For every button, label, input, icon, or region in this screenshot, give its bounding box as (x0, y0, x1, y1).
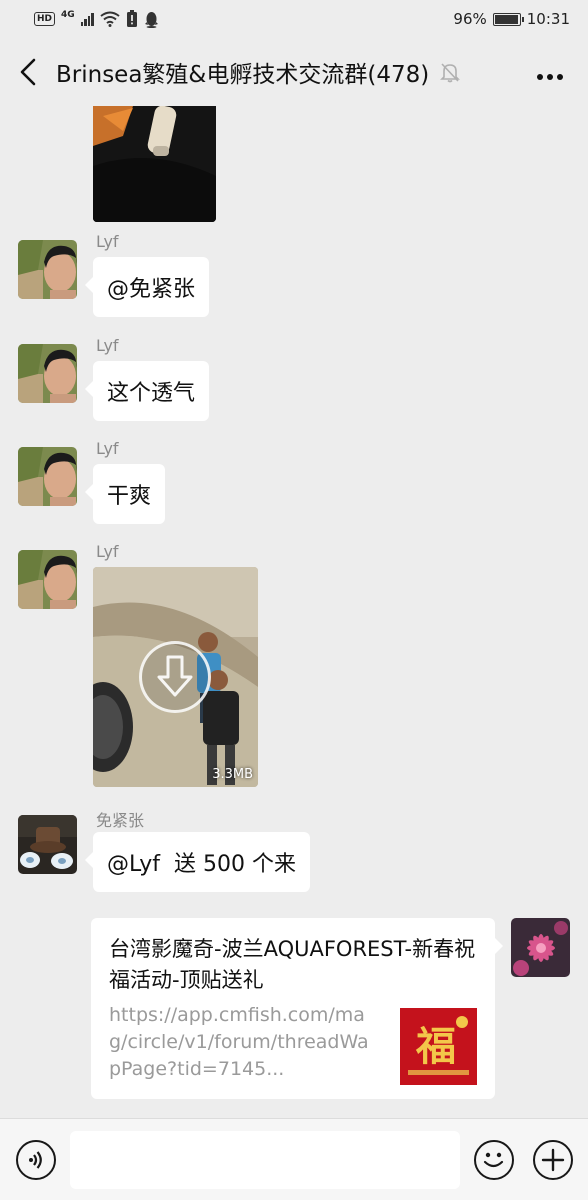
status-right: 96% 10:31 (453, 10, 570, 28)
sender-name: Lyf (96, 439, 119, 458)
voice-button[interactable] (16, 1140, 56, 1180)
link-card-message[interactable]: 台湾影魔奇-波兰AQUAFOREST-新春祝福活动-顶贴送礼 https://a… (91, 918, 503, 1099)
qq-penguin-icon (144, 11, 158, 28)
chat-header: Brinsea繁殖&电孵技术交流群(478) (0, 38, 588, 106)
wifi-icon (100, 11, 120, 27)
clock-time: 10:31 (526, 10, 570, 28)
message-bubble[interactable]: @Lyf 送 500 个来 (85, 832, 310, 892)
avatar-lyf (18, 344, 77, 403)
chat-message-list[interactable]: Lyf @免紧张 Lyf 这个透气 Lyf 干爽 Lyf 3.3MB 免紧张 @… (0, 106, 588, 1118)
battery-fill (494, 14, 518, 24)
avatar[interactable] (18, 344, 77, 403)
self-avatar[interactable] (511, 918, 570, 977)
back-chevron-icon (20, 58, 36, 86)
hd-badge: HD (34, 12, 56, 26)
battery-percent: 96% (453, 10, 487, 28)
emoji-icon (483, 1152, 504, 1168)
sender-name: Lyf (96, 232, 119, 251)
avatar[interactable] (18, 240, 77, 299)
video-size: 3.3MB (212, 767, 253, 782)
avatar[interactable] (18, 815, 77, 874)
message-bubble[interactable]: 这个透气 (84, 361, 210, 421)
link-url: https://app.cmfish.com/mag/circle/v1/for… (109, 1004, 369, 1080)
network-type: 4G (61, 10, 75, 20)
voice-icon (29, 1151, 42, 1169)
thumb-fu-char: 福 (415, 1023, 456, 1070)
avatar[interactable] (18, 447, 77, 506)
more-actions-button[interactable] (533, 1140, 573, 1180)
sender-name: Lyf (96, 542, 119, 561)
mute-bell-icon (440, 63, 461, 83)
sender-name: Lyf (96, 336, 119, 355)
more-options-button[interactable] (536, 58, 564, 86)
message-input[interactable] (70, 1131, 460, 1189)
avatar-lyf (18, 447, 77, 506)
download-icon[interactable] (139, 641, 211, 713)
emoji-button[interactable] (474, 1140, 514, 1180)
avatar[interactable] (18, 550, 77, 609)
video-message[interactable]: 3.3MB (93, 567, 258, 787)
message-text: @免紧张 (107, 277, 196, 302)
message-bubble[interactable]: @免紧张 (84, 257, 210, 317)
link-thumbnail: 福 (400, 1008, 477, 1085)
plus-icon (541, 1148, 565, 1172)
sender-name: 免紧张 (96, 811, 145, 830)
input-bar (0, 1118, 588, 1200)
message-text: @Lyf 送 500 个来 (107, 852, 296, 877)
chat-title: Brinsea繁殖&电孵技术交流群(478) (56, 62, 430, 88)
alert-icon (126, 10, 137, 27)
message-bubble[interactable]: 干爽 (84, 464, 166, 524)
back-button[interactable] (0, 38, 56, 106)
signal-icon (80, 12, 94, 26)
link-title: 台湾影魔奇-波兰AQUAFOREST-新春祝福活动-顶贴送礼 (109, 937, 476, 992)
avatar-self-flower (511, 918, 570, 977)
battery-icon (492, 12, 524, 26)
message-text: 这个透气 (107, 381, 196, 406)
avatar-lyf (18, 550, 77, 609)
video-thumbnail (93, 106, 216, 222)
status-left: HD 4G (34, 10, 159, 28)
video-message-partial[interactable] (93, 106, 216, 222)
status-bar: HD 4G 96% 10:31 (0, 0, 588, 38)
avatar-lyf (18, 240, 77, 299)
more-dots-icon (537, 74, 563, 80)
message-text: 干爽 (107, 484, 152, 509)
avatar-mianjinzhang (18, 815, 77, 874)
